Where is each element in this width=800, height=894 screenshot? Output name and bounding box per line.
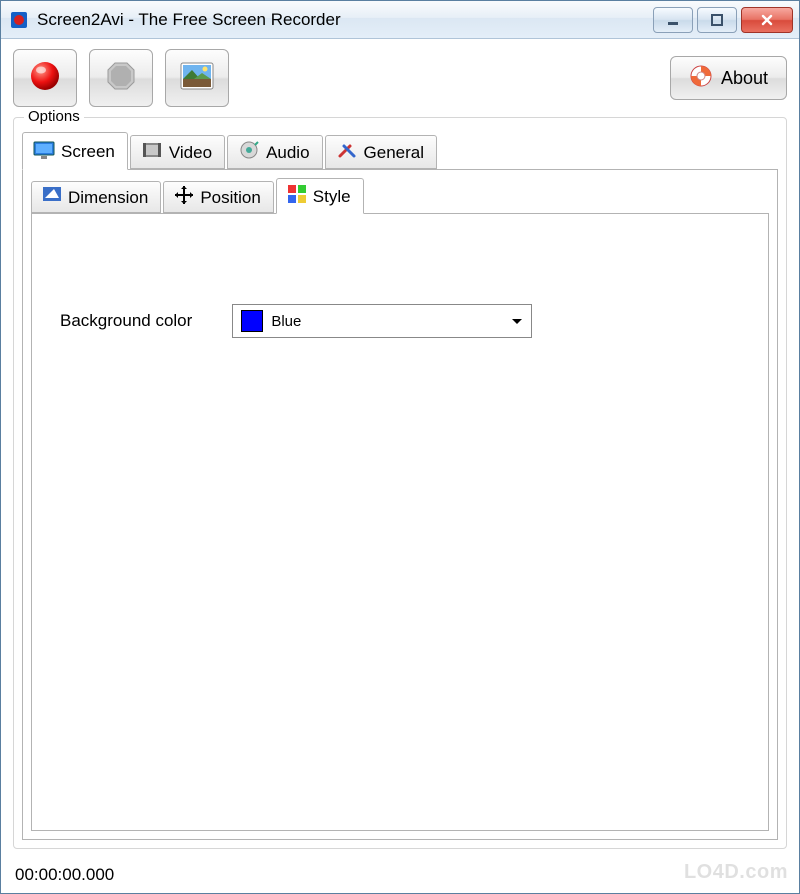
maximize-button[interactable] [697,7,737,33]
subtab-dimension[interactable]: Dimension [31,181,161,213]
window-title: Screen2Avi - The Free Screen Recorder [37,10,653,30]
tab-general[interactable]: General [325,135,437,169]
options-legend: Options [24,108,84,125]
audio-icon [238,140,260,165]
tab-label: Screen [61,142,115,162]
subtab-position[interactable]: Position [163,181,273,213]
bg-color-combo[interactable]: Blue [232,304,532,338]
subtab-style[interactable]: Style [276,178,364,214]
close-button[interactable] [741,7,793,33]
chevron-down-icon [511,313,523,330]
watermark: LO4D.com [684,861,788,884]
app-icon [9,10,29,30]
screenshot-button[interactable] [165,49,229,107]
about-button[interactable]: About [670,56,787,100]
dimension-icon [42,186,62,209]
about-label: About [721,68,768,89]
main-tabstrip: Screen Video Audio General [22,132,778,170]
tab-screen[interactable]: Screen [22,132,128,170]
tools-icon [336,140,358,165]
tab-panel-screen: Dimension Position Style Backgr [22,170,778,840]
statusbar: 00:00:00.000 [1,857,799,893]
window-controls [653,7,793,33]
bg-color-label: Background color [60,311,192,331]
options-group: Options Screen Video Audio [13,117,787,849]
minimize-button[interactable] [653,7,693,33]
record-icon [28,59,62,97]
tab-label: General [364,143,424,163]
tab-audio[interactable]: Audio [227,135,322,169]
toolbar: About [1,39,799,113]
tab-label: Video [169,143,212,163]
tab-label: Audio [266,143,309,163]
bg-color-value: Blue [271,313,301,330]
titlebar: Screen2Avi - The Free Screen Recorder [1,1,799,39]
move-icon [174,185,194,210]
subtab-label: Style [313,187,351,207]
monitor-icon [33,140,55,165]
sub-tabstrip: Dimension Position Style [31,178,769,214]
picture-icon [180,62,214,94]
lifebuoy-icon [689,64,713,93]
style-icon [287,184,307,209]
film-icon [141,140,163,165]
subtab-label: Dimension [68,188,148,208]
subtab-label: Position [200,188,260,208]
stop-icon [104,59,138,97]
main-window: Screen2Avi - The Free Screen Recorder [0,0,800,894]
style-panel: Background color Blue [31,214,769,831]
tab-video[interactable]: Video [130,135,225,169]
stop-button[interactable] [89,49,153,107]
record-button[interactable] [13,49,77,107]
recording-time: 00:00:00.000 [15,865,114,884]
bg-color-row: Background color Blue [60,304,740,338]
color-swatch [241,310,263,332]
